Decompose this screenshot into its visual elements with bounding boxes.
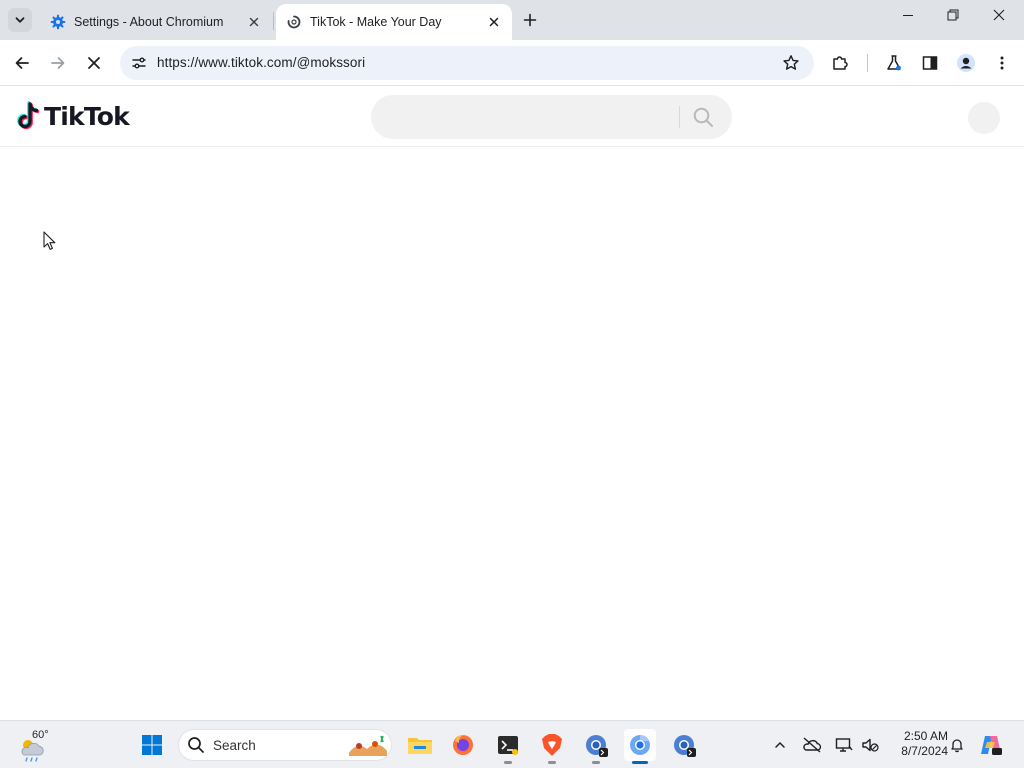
file-explorer-button[interactable] xyxy=(404,729,436,761)
windows-taskbar: 60° Search 2:50 AM 8/7/2024 xyxy=(0,720,1024,768)
copilot-icon xyxy=(981,736,1002,755)
bookmark-star-icon[interactable] xyxy=(778,50,804,76)
page-content-loading xyxy=(0,148,1024,720)
clock-time: 2:50 AM xyxy=(903,729,948,743)
search-icon[interactable] xyxy=(691,105,715,129)
back-button[interactable] xyxy=(8,49,36,77)
speaker-muted-icon xyxy=(862,738,879,752)
plus-icon xyxy=(523,13,537,27)
address-bar[interactable]: https://www.tiktok.com/@mokssori xyxy=(120,46,814,80)
weather-widget[interactable]: 60° xyxy=(18,727,58,763)
restore-button[interactable] xyxy=(930,0,976,30)
stop-loading-button[interactable] xyxy=(80,49,108,77)
chromium-icon xyxy=(630,735,650,755)
minimize-button[interactable] xyxy=(885,0,931,30)
show-hidden-icons-button[interactable] xyxy=(768,733,792,757)
arrow-right-icon xyxy=(51,57,65,69)
tab-title: Settings - About Chromium xyxy=(74,15,224,29)
taskbar-search-placeholder: Search xyxy=(213,738,256,753)
close-icon xyxy=(88,57,100,69)
avatar-placeholder xyxy=(968,102,1000,134)
forward-button[interactable] xyxy=(44,49,72,77)
taskbar-search[interactable]: Search xyxy=(178,729,392,761)
tab-settings[interactable]: Settings - About Chromium xyxy=(40,4,272,40)
tiktok-note-icon xyxy=(17,101,40,130)
brave-button[interactable] xyxy=(536,729,568,764)
url-text: https://www.tiktok.com/@mokssori xyxy=(157,55,366,70)
browser-toolbar: https://www.tiktok.com/@mokssori xyxy=(0,40,1024,86)
onedrive-tray-button[interactable] xyxy=(800,733,824,757)
firefox-button[interactable] xyxy=(447,729,479,761)
tab-separator xyxy=(273,12,274,30)
brave-lion-icon xyxy=(542,734,562,756)
tiktok-wordmark: TikTok xyxy=(44,101,130,131)
cloud-offline-icon xyxy=(803,737,822,753)
tab-title: TikTok - Make Your Day xyxy=(310,15,442,29)
restore-icon xyxy=(947,9,959,21)
close-tab-icon[interactable] xyxy=(484,12,504,32)
windows-logo-icon xyxy=(142,735,162,755)
chevron-down-icon xyxy=(15,17,25,23)
tab-search-button[interactable] xyxy=(8,8,32,32)
chevron-up-icon xyxy=(775,741,785,748)
search-divider xyxy=(679,106,680,128)
taskbar-clock[interactable]: 2:50 AM 8/7/2024 xyxy=(886,729,948,759)
loading-spinner-icon xyxy=(286,14,302,30)
profile-button[interactable] xyxy=(952,49,980,77)
tiktok-logo[interactable]: TikTok xyxy=(15,101,130,131)
side-panel-icon xyxy=(922,56,938,70)
running-indicator xyxy=(592,761,600,764)
network-tray-button[interactable] xyxy=(832,733,856,757)
network-monitor-icon xyxy=(835,738,853,752)
bell-icon xyxy=(951,739,963,753)
close-tab-icon[interactable] xyxy=(244,12,264,32)
weather-temperature: 60° xyxy=(32,729,49,741)
labs-button[interactable] xyxy=(880,49,908,77)
running-indicator xyxy=(548,761,556,764)
chromium-canary-button[interactable] xyxy=(668,729,700,761)
side-panel-button[interactable] xyxy=(916,49,944,77)
extensions-button[interactable] xyxy=(826,49,854,77)
toolbar-divider xyxy=(867,54,868,72)
folder-icon xyxy=(408,738,432,754)
chromium-dev-button[interactable] xyxy=(580,729,612,764)
start-button[interactable] xyxy=(136,729,168,761)
browser-tab-strip: Settings - About Chromium TikTok - Make … xyxy=(0,0,1024,40)
volume-tray-button[interactable] xyxy=(858,733,882,757)
search-icon xyxy=(188,737,204,753)
puzzle-piece-icon xyxy=(833,56,848,70)
tiktok-search-input[interactable] xyxy=(371,95,732,139)
flask-icon xyxy=(887,55,901,71)
mouse-cursor-icon xyxy=(43,231,56,250)
site-info-icon[interactable] xyxy=(126,50,152,76)
tiktok-header: TikTok xyxy=(0,87,1024,147)
browser-menu-button[interactable] xyxy=(988,49,1016,77)
arrow-left-icon xyxy=(15,57,29,69)
copilot-button[interactable] xyxy=(979,733,1003,757)
chromium-canary-icon xyxy=(674,735,696,757)
terminal-button[interactable] xyxy=(492,729,524,764)
close-icon xyxy=(993,9,1005,21)
new-tab-button[interactable] xyxy=(518,8,542,32)
minimize-icon xyxy=(903,15,913,16)
clock-date: 8/7/2024 xyxy=(901,744,948,758)
terminal-icon xyxy=(498,736,518,755)
notifications-button[interactable] xyxy=(945,733,969,757)
gear-icon xyxy=(50,14,66,30)
close-window-button[interactable] xyxy=(976,0,1022,30)
tab-tiktok[interactable]: TikTok - Make Your Day xyxy=(276,4,512,40)
running-indicator-active xyxy=(632,761,648,764)
chromium-dev-icon xyxy=(586,735,608,757)
more-vertical-icon xyxy=(1000,56,1004,70)
chromium-button[interactable] xyxy=(624,729,656,764)
search-highlight-icon xyxy=(349,735,387,756)
profile-avatar-icon xyxy=(957,54,975,72)
firefox-icon xyxy=(453,735,473,755)
running-indicator xyxy=(504,761,512,764)
